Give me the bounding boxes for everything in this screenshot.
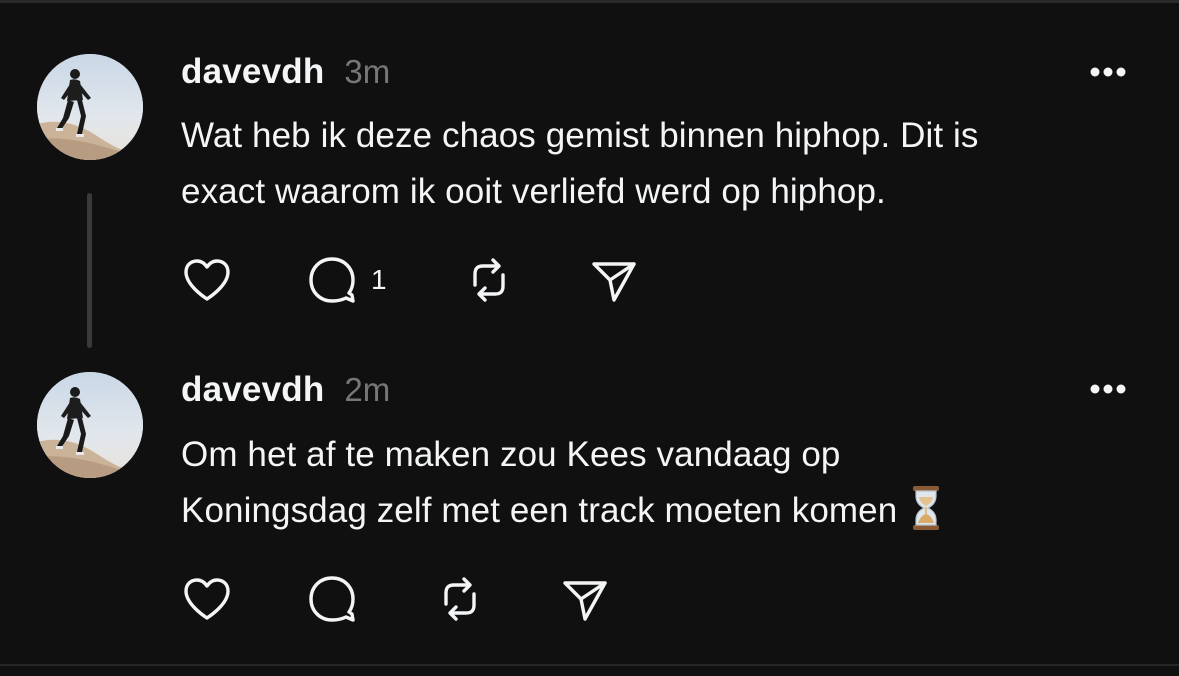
username[interactable]: davevdh: [181, 52, 324, 92]
top-divider: [0, 0, 1179, 3]
timestamp: 2m: [344, 371, 391, 408]
post-header: davevdh 2m: [181, 370, 390, 410]
heart-icon: [184, 578, 230, 620]
share-icon: [592, 262, 636, 302]
share-button[interactable]: [586, 252, 642, 308]
comment-icon: [309, 576, 355, 622]
share-icon: [563, 581, 607, 621]
post-text-line: Om het af te maken zou Kees vandaag op: [181, 435, 841, 474]
bottom-divider: [0, 664, 1179, 666]
comment-button[interactable]: [304, 571, 360, 627]
repost-button[interactable]: [432, 571, 488, 627]
post-header: davevdh 3m: [181, 52, 390, 92]
post-text-line: Koningsdag zelf met een track moeten kom…: [181, 491, 898, 530]
timestamp: 3m: [344, 53, 391, 90]
reply-count: 1: [371, 264, 387, 295]
heart-icon: [184, 259, 230, 301]
post-text-line: exact waarom ik ooit verliefd werd op hi…: [181, 172, 886, 211]
thread-connector-line: [87, 193, 92, 348]
avatar[interactable]: [37, 54, 143, 160]
post-text: Wat heb ik deze chaos gemist binnen hiph…: [181, 108, 1141, 220]
username[interactable]: davevdh: [181, 370, 324, 410]
post-text-line: Wat heb ik deze chaos gemist binnen hiph…: [181, 116, 979, 155]
repost-button[interactable]: [461, 252, 517, 308]
comment-icon: [309, 257, 355, 303]
hourglass-icon: [911, 484, 941, 549]
more-icon[interactable]: [1082, 379, 1134, 399]
avatar[interactable]: [37, 372, 143, 478]
like-button[interactable]: [179, 252, 235, 308]
share-button[interactable]: [557, 571, 613, 627]
thread-view: davevdh 3m Wat heb ik deze chaos gemist …: [0, 0, 1179, 676]
repost-icon: [444, 577, 476, 621]
more-icon[interactable]: [1082, 62, 1134, 82]
like-button[interactable]: [179, 571, 235, 627]
comment-button[interactable]: [304, 252, 360, 308]
repost-icon: [473, 258, 505, 302]
post-text-line-with-emoji: Koningsdag zelf met een track moeten kom…: [181, 483, 1141, 549]
post-text: Om het af te maken zou Kees vandaag op K…: [181, 427, 1141, 549]
